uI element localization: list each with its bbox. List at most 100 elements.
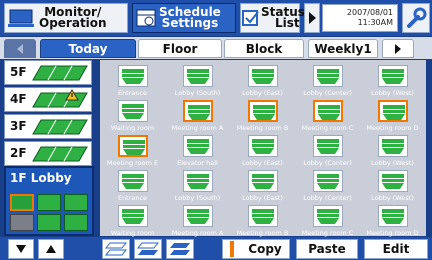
tab-floor[interactable]: Floor xyxy=(138,39,222,58)
unit-icon xyxy=(118,170,148,192)
air-conditioner-icon xyxy=(252,209,274,224)
floor-button-3f[interactable]: 3F xyxy=(4,114,92,139)
floor-button-4f[interactable]: 4F xyxy=(4,87,92,112)
date-time-display: 2007/08/01 11:30AM xyxy=(322,4,398,32)
tools-button[interactable] xyxy=(402,3,430,33)
up-arrow-icon xyxy=(46,245,56,253)
unit-icon xyxy=(378,205,408,227)
unit-icon xyxy=(378,135,408,157)
floor-down-button[interactable] xyxy=(8,239,34,259)
current-floor-panel[interactable]: 1F Lobby xyxy=(4,166,94,236)
air-conditioner-icon xyxy=(122,209,144,224)
layers-outline-icon xyxy=(105,242,127,256)
unit-icon xyxy=(248,135,278,157)
unit-grid: Entrance Lobby (South) Lobby (East) Lobby (… xyxy=(100,60,426,237)
unit-icon xyxy=(248,170,278,192)
edit-button[interactable]: Edit xyxy=(364,239,428,259)
block-cell[interactable] xyxy=(10,214,34,231)
warning-icon xyxy=(65,89,79,101)
status-list-button[interactable]: Status List xyxy=(240,3,305,33)
tab-block[interactable]: Block xyxy=(224,39,304,58)
time-text: 11:30AM xyxy=(357,18,393,27)
floor-label: 4F xyxy=(10,92,27,106)
block-cell-selected[interactable] xyxy=(10,194,34,211)
layers-filled-icon xyxy=(170,243,190,255)
unit-name: Lobby (West) xyxy=(371,159,414,167)
unit-icon xyxy=(313,170,343,192)
right-arrow-icon xyxy=(309,12,316,24)
block-cell[interactable] xyxy=(37,194,61,211)
air-conditioner-icon xyxy=(382,69,404,84)
tab-weekly1[interactable]: Weekly1 xyxy=(308,39,378,58)
down-arrow-icon xyxy=(16,245,26,253)
floor-icon xyxy=(32,65,88,81)
schedule-tab-bar: Today Floor Block Weekly1 xyxy=(0,37,432,59)
air-conditioner-icon xyxy=(318,105,340,120)
floor-icon xyxy=(32,119,88,135)
unit-icon xyxy=(378,170,408,192)
top-navigation-bar: Monitor/ Operation Schedule Settings Sta… xyxy=(0,0,432,36)
air-conditioner-icon xyxy=(187,69,209,84)
air-conditioner-icon xyxy=(252,174,274,189)
unit-name: Elevator hall xyxy=(177,159,218,167)
unit-name: Meeting room D xyxy=(366,124,419,132)
air-conditioner-icon xyxy=(253,105,275,120)
air-conditioner-icon xyxy=(382,209,404,224)
air-conditioner-icon xyxy=(317,174,339,189)
monitor-label-line2: Operation xyxy=(39,16,107,30)
unit-name: Meeting room D xyxy=(366,229,419,237)
floor-button-2f[interactable]: 2F xyxy=(4,141,92,166)
unit-name: Lobby (West) xyxy=(371,194,414,202)
block-cell[interactable] xyxy=(37,214,61,231)
block-cell[interactable] xyxy=(64,214,88,231)
unit-icon xyxy=(313,135,343,157)
unit-name: Lobby (West) xyxy=(371,89,414,97)
floor-up-button[interactable] xyxy=(38,239,64,259)
tools-icon xyxy=(407,7,427,28)
tab-today[interactable]: Today xyxy=(40,39,136,58)
tabs-scroll-left-button[interactable] xyxy=(4,39,36,58)
unit-icon xyxy=(183,135,213,157)
air-conditioner-icon xyxy=(123,140,145,155)
floor-label: 2F xyxy=(10,146,27,160)
view-all-floors-button[interactable] xyxy=(102,239,130,259)
tabs-scroll-right-button[interactable] xyxy=(382,39,414,58)
view-single-floor-button[interactable] xyxy=(166,239,194,259)
left-arrow-icon xyxy=(17,43,23,54)
air-conditioner-icon xyxy=(122,174,144,189)
schedule-label-line2: Settings xyxy=(161,16,219,30)
air-conditioner-icon xyxy=(382,139,404,154)
layers-partial-icon xyxy=(137,242,159,255)
unit-name: Lobby (East) xyxy=(242,89,283,97)
unit-icon xyxy=(118,100,148,122)
air-conditioner-icon xyxy=(317,139,339,154)
air-conditioner-icon xyxy=(317,69,339,84)
unit-name: Waiting room xyxy=(110,229,155,237)
current-floor-title: 1F Lobby xyxy=(10,171,72,185)
unit-icon xyxy=(378,100,408,122)
schedule-settings-button[interactable]: Schedule Settings xyxy=(132,3,236,33)
floor-icon xyxy=(32,92,88,108)
floor-icon xyxy=(32,146,88,162)
monitor-operation-button[interactable]: Monitor/ Operation xyxy=(4,3,128,33)
air-conditioner-icon xyxy=(122,69,144,84)
unit-name: Meeting room C xyxy=(301,124,354,132)
unit-icon xyxy=(118,65,148,87)
air-conditioner-icon xyxy=(122,104,144,119)
unit-icon xyxy=(118,205,148,227)
view-floor-group-button[interactable] xyxy=(134,239,162,259)
floor-button-5f[interactable]: 5F xyxy=(4,60,92,85)
unit-icon xyxy=(313,65,343,87)
unit-icon xyxy=(118,135,148,157)
next-page-button[interactable] xyxy=(304,3,320,33)
block-cell[interactable] xyxy=(64,194,88,211)
unit-icon xyxy=(313,100,343,122)
unit-icon xyxy=(183,65,213,87)
unit-name: Meeting room E xyxy=(106,159,159,167)
unit-name: Lobby (East) xyxy=(242,159,283,167)
unit-name: Entrance xyxy=(117,194,148,202)
unit-name: Lobby (Center) xyxy=(303,159,352,167)
unit-icon xyxy=(378,65,408,87)
paste-button[interactable]: Paste xyxy=(296,239,358,259)
copy-button[interactable]: Copy xyxy=(222,239,290,259)
